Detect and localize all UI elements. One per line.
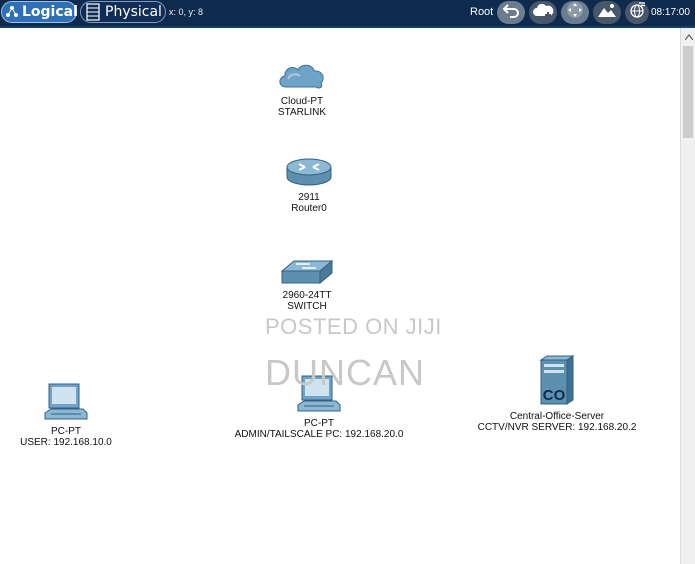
cloud-add-icon [532, 2, 554, 23]
pc-icon [43, 383, 89, 426]
device-name-label: ADMIN/TAILSCALE PC: 192.168.20.0 [234, 429, 404, 440]
tab-logical[interactable]: Logical [1, 1, 78, 23]
device-model-label: Central-Office-Server [509, 411, 605, 422]
move-object-button[interactable] [561, 1, 589, 24]
tab-physical-label: Physical [105, 4, 162, 20]
viewport-button[interactable] [625, 1, 649, 24]
watermark-line-2: DUNCAN [265, 352, 426, 393]
switch-icon [280, 259, 334, 290]
device-model-label: PC-PT [304, 418, 334, 429]
logical-topology-icon [5, 3, 19, 21]
device-model-label: 2960-24TT [282, 290, 332, 301]
scroll-thumb[interactable] [683, 46, 693, 138]
router-icon [285, 157, 333, 192]
device-model-label: Cloud-PT [280, 96, 324, 107]
device-cloud[interactable]: Cloud-PT STARLINK [262, 61, 342, 118]
chevron-up-icon [684, 27, 693, 45]
device-name-label: CCTV/NVR SERVER: 192.168.20.2 [477, 422, 637, 433]
move-arrows-icon [566, 1, 584, 24]
vertical-scrollbar[interactable] [680, 28, 695, 564]
device-pc-user[interactable]: PC-PT USER: 192.168.10.0 [6, 383, 126, 448]
physical-rack-icon [84, 3, 102, 21]
server-icon: CO [539, 354, 575, 411]
device-router[interactable]: 2911 Router0 [269, 157, 349, 214]
globe-icon [628, 1, 646, 24]
device-name-label: SWITCH [287, 301, 327, 312]
device-model-label: 2911 [298, 192, 320, 203]
device-switch[interactable]: 2960-24TT SWITCH [267, 259, 347, 312]
cloud-icon [276, 61, 328, 96]
device-server[interactable]: CO Central-Office-Server CCTV/NVR SERVER… [467, 354, 647, 433]
svg-text:CO: CO [543, 387, 566, 404]
device-name-label: Router0 [291, 203, 327, 214]
watermark-line-1: POSTED ON JIJI [265, 314, 442, 339]
back-button[interactable] [497, 1, 525, 24]
tab-physical[interactable]: Physical [80, 1, 166, 23]
landscape-image-icon [597, 2, 617, 23]
workspace-toolbar: Logical Physical x: 0, y: 8 Root 08:17:0… [0, 0, 695, 28]
device-name-label: STARLINK [277, 107, 327, 118]
new-cluster-button[interactable] [529, 1, 557, 24]
cursor-coordinates: x: 0, y: 8 [169, 7, 204, 17]
set-background-button[interactable] [593, 1, 621, 24]
back-arrow-icon [502, 2, 520, 23]
simulation-clock: 08:17:00 [651, 7, 690, 18]
tab-logical-label: Logical [22, 4, 78, 20]
device-name-label: USER: 192.168.10.0 [20, 437, 112, 448]
logical-workspace-canvas[interactable]: Cloud-PT STARLINK 2911 Router0 2960-24TT… [0, 28, 680, 564]
root-label[interactable]: Root [470, 6, 493, 18]
scroll-up-button[interactable] [681, 28, 695, 43]
device-model-label: PC-PT [51, 426, 81, 437]
